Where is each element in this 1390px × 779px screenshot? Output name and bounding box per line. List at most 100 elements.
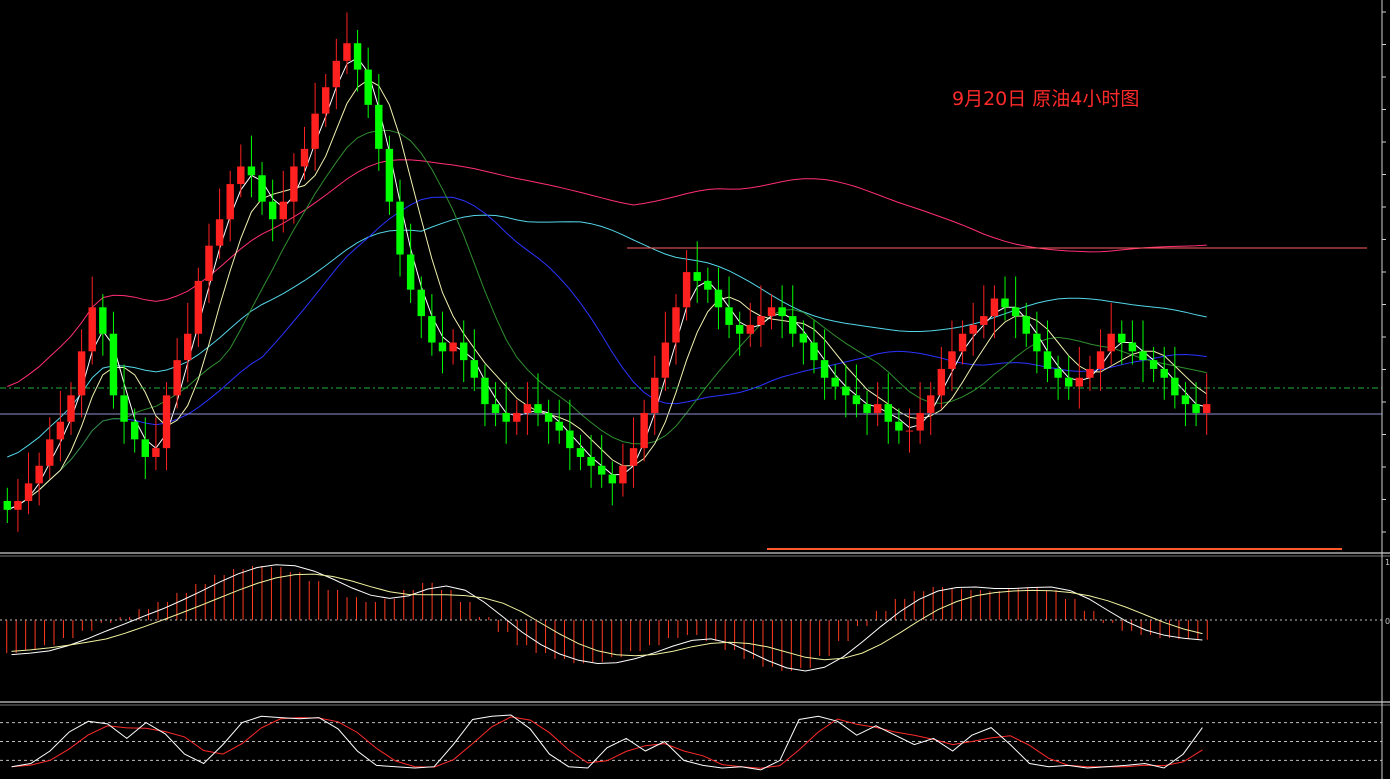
candle-body [173, 360, 181, 396]
candle-body [247, 166, 256, 176]
macd-panel [0, 564, 1382, 672]
candle-body [1064, 377, 1073, 387]
candle-body [1054, 368, 1062, 378]
candle-body [820, 360, 829, 378]
macd-axis-tick-label: 0 [1385, 617, 1390, 626]
candle-body [141, 439, 150, 457]
candle-body [544, 412, 553, 422]
candle-body [406, 254, 415, 290]
candle-body [534, 404, 542, 413]
candle-body [258, 175, 266, 202]
candle-body [863, 404, 871, 413]
candle-body [725, 307, 733, 325]
candle-body [99, 307, 107, 334]
candle-body [3, 500, 12, 510]
candle-body [1192, 404, 1200, 413]
candle-body [895, 421, 903, 431]
candle-body [757, 316, 765, 325]
candle-body [916, 412, 924, 431]
candle-body [470, 360, 479, 378]
candle-body [1202, 404, 1211, 413]
panel-separators [0, 552, 1390, 706]
candle-body [109, 333, 118, 396]
candle-body [1086, 368, 1094, 378]
candle-body [640, 412, 648, 449]
macd-axis-tick-label: 1 [1385, 558, 1390, 567]
candle-body [343, 43, 351, 61]
candle-body [449, 342, 457, 352]
candle-body [322, 87, 330, 114]
candle-body [1128, 342, 1137, 352]
candle-body [597, 465, 606, 475]
candle-body [268, 201, 277, 220]
candle-body [810, 342, 818, 361]
candle-body [459, 342, 468, 361]
candle-body [767, 307, 776, 317]
price-panel [0, 12, 1382, 550]
candle-body [682, 272, 691, 308]
kd-d-line [11, 716, 1203, 769]
candle-body [184, 333, 192, 361]
candle-body [852, 395, 861, 405]
candle-body [948, 351, 956, 369]
candle-body [364, 69, 372, 105]
candle-body [77, 351, 86, 396]
candle-body [1181, 395, 1190, 405]
candle-body [884, 404, 892, 422]
candle-body [205, 245, 213, 281]
kd-panel [0, 714, 1382, 771]
candle-body [1096, 351, 1105, 369]
candle-body [927, 395, 935, 413]
candle-body [619, 465, 627, 484]
candle-body [491, 404, 500, 413]
candle-body [566, 430, 574, 449]
candle-body [969, 324, 977, 334]
candle-body [14, 500, 22, 510]
candle-body [290, 166, 298, 202]
candle-body [130, 421, 139, 440]
candle-body [555, 421, 563, 431]
candle-body [735, 324, 744, 334]
candle-body [162, 395, 171, 449]
candle-body [746, 324, 755, 334]
candle-body [1149, 360, 1158, 369]
candle-body [215, 219, 224, 246]
candle-body [672, 307, 680, 343]
candle-body [1033, 333, 1041, 352]
candle-body [88, 307, 96, 352]
candle-body [704, 280, 712, 290]
candle-body [905, 430, 914, 432]
candle-body [513, 412, 521, 422]
candle-body [300, 148, 309, 167]
candle-body [67, 395, 75, 422]
candle-body [226, 184, 234, 220]
ma-line-slow [7, 79, 1207, 511]
candle-body [279, 201, 287, 220]
candle-body [799, 333, 808, 343]
candle-body [438, 342, 447, 352]
candle-body [958, 333, 967, 352]
candle-body [714, 289, 723, 308]
candle-body [481, 377, 489, 405]
candle-body [1075, 377, 1084, 387]
candle-body [502, 412, 510, 422]
candle-body [1118, 333, 1126, 343]
candle-body [873, 404, 882, 413]
candle-body [396, 201, 404, 255]
chart-canvas: 10 [0, 0, 1390, 779]
macd-signal-line [11, 573, 1203, 661]
candle-body [24, 483, 33, 501]
candle-body [56, 421, 65, 440]
candle-body [1022, 316, 1030, 334]
candle-body [990, 298, 999, 317]
candle-body [1043, 351, 1052, 369]
candle-body [1160, 368, 1168, 378]
candle-body [629, 448, 638, 466]
candle-body [152, 448, 160, 457]
candle-body [778, 307, 786, 317]
candle-body [428, 316, 436, 343]
candle-body [842, 386, 850, 396]
candle-body [1011, 307, 1020, 317]
candle-body [608, 474, 617, 484]
ma-line-fast [7, 57, 1207, 511]
